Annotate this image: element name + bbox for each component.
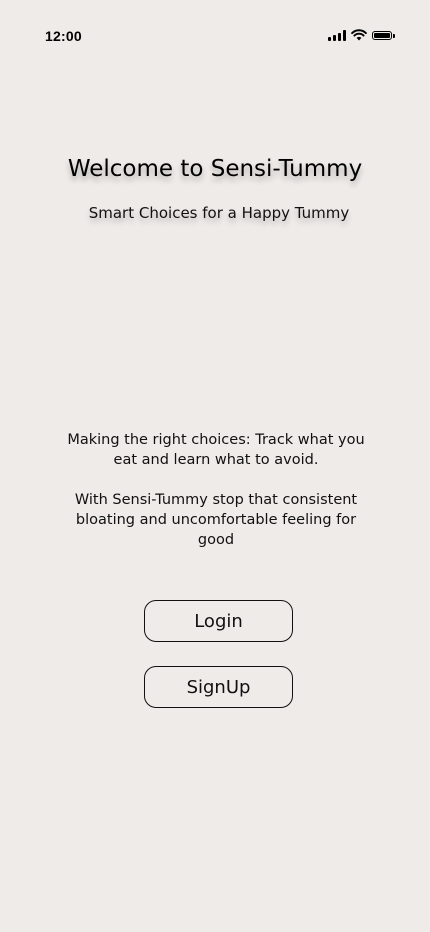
status-time: 12:00 bbox=[45, 28, 82, 44]
battery-icon bbox=[372, 30, 395, 40]
status-icons bbox=[328, 29, 395, 41]
signup-button[interactable]: SignUp bbox=[144, 666, 293, 708]
status-bar: 12:00 bbox=[0, 0, 430, 72]
page-subtitle: Smart Choices for a Happy Tummy bbox=[88, 204, 350, 222]
app-description: Making the right choices: Track what you… bbox=[60, 430, 372, 550]
cellular-signal-icon bbox=[328, 29, 346, 41]
wifi-icon bbox=[351, 29, 367, 41]
page-title: Welcome to Sensi-Tummy bbox=[67, 156, 363, 182]
login-button[interactable]: Login bbox=[144, 600, 293, 642]
description-paragraph-track: Making the right choices: Track what you… bbox=[67, 432, 365, 468]
description-paragraph-bloating: With Sensi-Tummy stop that consistent bl… bbox=[74, 492, 358, 548]
